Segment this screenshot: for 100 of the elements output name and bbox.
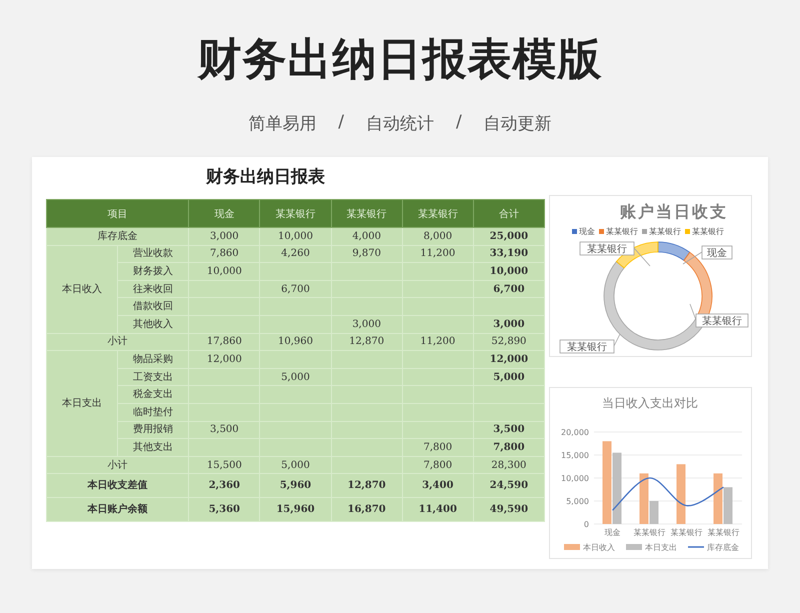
table-cell: 2,360 xyxy=(188,474,260,498)
legend-label: 某某银行 xyxy=(649,226,681,237)
table-cell: 9,870 xyxy=(331,245,402,263)
leader-line xyxy=(690,304,696,320)
axis-label: 某某银行 xyxy=(708,528,740,537)
callout-label: 某某银行 xyxy=(560,340,614,354)
bar xyxy=(724,487,732,524)
table-cell: 3,000 xyxy=(188,228,260,246)
table-cell: 10,000 xyxy=(260,228,332,246)
table-cell: 12,000 xyxy=(473,350,544,368)
table-cell: 4,000 xyxy=(331,228,402,246)
table-cell: 5,000 xyxy=(473,368,544,386)
table-cell xyxy=(473,386,544,404)
column-header: 现金 xyxy=(188,200,260,228)
table-cell: 本日收支差值 xyxy=(46,474,189,498)
table-cell: 小计 xyxy=(46,456,189,474)
axis-label: 5,000 xyxy=(566,497,589,506)
tagline-text: / xyxy=(338,112,344,134)
table-cell: 5,360 xyxy=(188,498,260,522)
table-cell: 3,000 xyxy=(473,315,544,334)
bar xyxy=(714,473,722,524)
legend-label: 库存底金 xyxy=(707,543,739,552)
table-cell: 8,000 xyxy=(402,228,474,246)
table-cell: 11,400 xyxy=(402,498,474,522)
table-cell: 10,960 xyxy=(260,333,332,351)
table-cell xyxy=(473,298,544,316)
table-cell: 7,800 xyxy=(402,456,474,474)
table-cell: 11,200 xyxy=(402,333,474,351)
table-cell: 49,590 xyxy=(473,498,544,522)
table-cell: 4,260 xyxy=(260,245,332,263)
table-cell: 3,000 xyxy=(331,315,402,334)
table-cell: 25,000 xyxy=(473,228,544,246)
table-cell: 本日账户余额 xyxy=(46,498,189,522)
table-cell: 小计 xyxy=(46,333,189,351)
tagline-text: 自动统计 xyxy=(366,113,434,135)
table-cell: 11,200 xyxy=(402,245,474,263)
column-header: 某某银行 xyxy=(331,200,402,228)
table-cell: 10,000 xyxy=(473,262,544,280)
leader-line xyxy=(634,248,650,266)
column-header: 合计 xyxy=(473,200,544,228)
table-cell: 税金支出 xyxy=(118,386,189,404)
table-cell: 12,000 xyxy=(188,350,260,368)
column-header: 项目 xyxy=(46,200,189,228)
column-header: 某某银行 xyxy=(260,200,332,228)
column-header: 某某银行 xyxy=(402,200,474,228)
table-cell: 12,870 xyxy=(331,474,402,498)
table-cell: 其他收入 xyxy=(118,315,189,334)
table-cell: 本日收入 xyxy=(46,245,118,334)
table-cell: 24,590 xyxy=(473,474,544,498)
chart-title: 当日收入支出对比 xyxy=(602,396,698,410)
axis-label: 15,000 xyxy=(561,451,589,460)
table-cell: 6,700 xyxy=(473,280,544,298)
table-cell: 其他支出 xyxy=(118,438,189,456)
legend-label: 现金 xyxy=(579,226,595,237)
callout-label: 现金 xyxy=(702,246,732,260)
bar xyxy=(612,452,622,524)
table-cell: 7,860 xyxy=(188,245,260,263)
sheet-title: 财务出纳日报表 xyxy=(204,167,326,189)
table-cell: 3,500 xyxy=(188,421,260,439)
table-cell: 15,960 xyxy=(260,498,332,522)
table-cell: 5,000 xyxy=(260,456,332,474)
table-cell: 费用报销 xyxy=(118,421,189,439)
table-cell: 7,800 xyxy=(473,438,544,456)
tagline-text: 自动更新 xyxy=(484,113,552,135)
chart-title: 账户当日收支 xyxy=(620,202,728,223)
table-cell: 3,400 xyxy=(402,474,474,498)
leader-line xyxy=(614,334,620,346)
tagline-text: 简单易用 xyxy=(248,113,316,135)
axis-label: 10,000 xyxy=(561,474,589,483)
table-cell: 17,860 xyxy=(188,333,260,351)
table-cell: 7,800 xyxy=(402,438,474,456)
leader-line xyxy=(682,252,702,264)
callout-label: 某某银行 xyxy=(580,242,634,256)
tagline-text: / xyxy=(456,112,462,134)
table-cell: 临时垫付 xyxy=(118,403,189,422)
table-cell: 5,960 xyxy=(260,474,332,498)
legend-label: 本日支出 xyxy=(645,543,677,552)
table-cell: 28,300 xyxy=(473,456,544,474)
legend-label: 本日收入 xyxy=(583,543,615,552)
axis-label: 某某银行 xyxy=(634,528,666,537)
table-cell: 往来收回 xyxy=(118,280,189,298)
table-cell: 物品采购 xyxy=(118,350,189,368)
legend-label: 某某银行 xyxy=(606,226,638,237)
axis-label: 现金 xyxy=(604,528,620,537)
table-cell: 本日支出 xyxy=(46,350,118,456)
table-cell: 工资支出 xyxy=(118,368,189,386)
table-cell: 5,000 xyxy=(260,368,332,386)
table-cell xyxy=(473,403,544,422)
table-cell: 3,500 xyxy=(473,421,544,439)
axis-label: 20,000 xyxy=(561,428,589,437)
axis-label: 0 xyxy=(584,520,589,529)
page-title: 财务出纳日报表模版 xyxy=(198,33,602,87)
table-cell: 33,190 xyxy=(473,245,544,263)
axis-label: 某某银行 xyxy=(670,528,702,537)
legend-label: 某某银行 xyxy=(692,226,724,237)
bar xyxy=(676,464,686,524)
table-cell: 财务拨入 xyxy=(118,262,189,280)
table-cell: 营业收款 xyxy=(118,245,189,263)
table-cell: 借款收回 xyxy=(118,298,189,316)
table-cell: 12,870 xyxy=(331,333,402,351)
